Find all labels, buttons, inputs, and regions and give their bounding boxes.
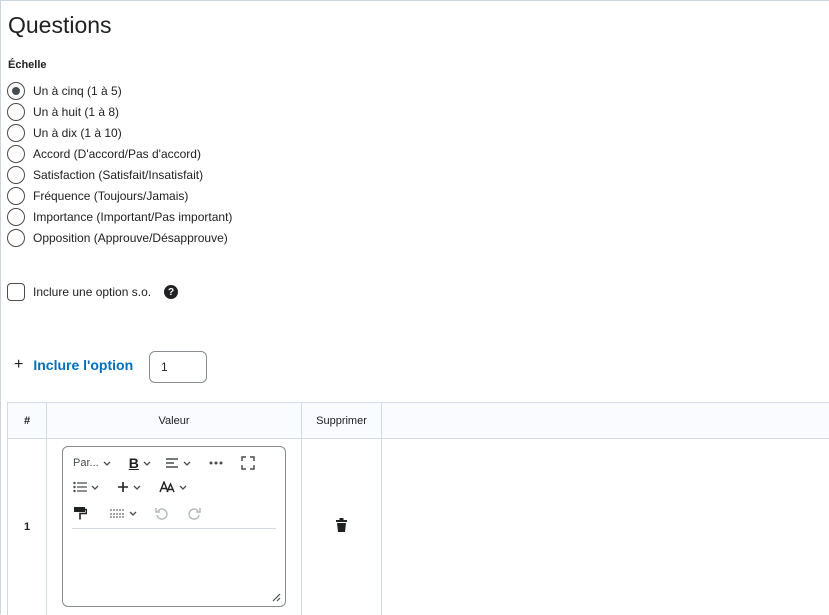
radio-label: Un à dix (1 à 10) [33, 126, 122, 140]
radio-label: Accord (D'accord/Pas d'accord) [33, 147, 201, 161]
radio-label: Opposition (Approuve/Désapprouve) [33, 231, 228, 245]
redo-button[interactable] [188, 507, 201, 520]
more-icon [209, 461, 223, 465]
toolbar-divider [72, 528, 276, 529]
radio-button[interactable] [7, 166, 25, 184]
radio-label: Satisfaction (Satisfait/Insatisfait) [33, 168, 203, 182]
insert-dropdown[interactable] [117, 481, 141, 493]
redo-icon [188, 507, 201, 520]
fullscreen-icon [241, 456, 255, 470]
chevron-down-icon [133, 485, 141, 490]
option-count-input[interactable] [149, 351, 207, 383]
paragraph-format-dropdown[interactable]: Par... [73, 457, 111, 469]
radio-button[interactable] [7, 229, 25, 247]
table-header-row: # Valeur Supprimer [8, 403, 829, 439]
format-painter-icon [73, 506, 87, 520]
format-painter-button[interactable] [73, 506, 87, 520]
scale-option-1-10[interactable]: Un à dix (1 à 10) [7, 122, 232, 143]
line-spacing-dropdown[interactable] [109, 508, 137, 518]
chevron-down-icon [143, 461, 151, 466]
chevron-down-icon [103, 461, 111, 466]
radio-button[interactable] [7, 103, 25, 121]
editor-toolbar-row-2 [73, 481, 187, 493]
bold-icon: B [129, 455, 139, 471]
question-circle-icon[interactable]: ? [164, 285, 178, 299]
font-size-dropdown[interactable] [159, 481, 187, 493]
chevron-down-icon [129, 511, 137, 516]
radio-label: Importance (Important/Pas important) [33, 210, 232, 224]
list-dropdown[interactable] [73, 481, 99, 493]
radio-button[interactable] [7, 208, 25, 226]
scale-option-importance[interactable]: Importance (Important/Pas important) [7, 206, 232, 227]
plus-icon: + [14, 357, 23, 373]
editor-toolbar-row-3 [73, 506, 201, 520]
scale-option-accord[interactable]: Accord (D'accord/Pas d'accord) [7, 143, 232, 164]
radio-label: Un à huit (1 à 8) [33, 105, 119, 119]
page-title: Questions [8, 12, 112, 39]
value-cell: Par... B [47, 439, 302, 615]
scale-option-opposition[interactable]: Opposition (Approuve/Désapprouve) [7, 227, 232, 248]
na-option-label: Inclure une option s.o. [33, 285, 151, 299]
empty-cell [382, 439, 829, 615]
add-option-button[interactable]: + Inclure l'option [14, 357, 133, 373]
radio-dot [12, 87, 20, 95]
line-spacing-icon [109, 508, 125, 518]
scale-option-satisfaction[interactable]: Satisfaction (Satisfait/Insatisfait) [7, 164, 232, 185]
scale-option-1-8[interactable]: Un à huit (1 à 8) [7, 101, 232, 122]
chevron-down-icon [179, 485, 187, 490]
radio-button[interactable] [7, 187, 25, 205]
paragraph-format-label: Par... [73, 457, 99, 469]
chevron-down-icon [183, 461, 191, 466]
align-dropdown[interactable] [165, 457, 191, 469]
add-option-label: Inclure l'option [33, 357, 133, 373]
na-option-checkbox[interactable] [7, 283, 25, 301]
undo-icon [155, 507, 168, 520]
scale-radio-group: Un à cinq (1 à 5) Un à huit (1 à 8) Un à… [7, 80, 232, 248]
page-frame: Questions Échelle Un à cinq (1 à 5) Un à… [0, 0, 829, 614]
font-size-icon [159, 481, 175, 493]
radio-label: Un à cinq (1 à 5) [33, 84, 122, 98]
list-icon [73, 481, 87, 493]
trash-icon [336, 518, 347, 532]
scale-label: Échelle [8, 59, 47, 71]
row-number: 1 [8, 439, 47, 615]
delete-cell [302, 439, 382, 615]
radio-button[interactable] [7, 124, 25, 142]
resize-handle-icon[interactable] [271, 592, 281, 602]
table-row: 1 Par... B [8, 439, 829, 615]
fullscreen-button[interactable] [241, 456, 255, 470]
radio-button[interactable] [7, 145, 25, 163]
header-delete: Supprimer [302, 403, 382, 439]
insert-icon [117, 481, 129, 493]
chevron-down-icon [91, 485, 99, 490]
header-value: Valeur [47, 403, 302, 439]
radio-label: Fréquence (Toujours/Jamais) [33, 189, 188, 203]
rich-text-editor[interactable]: Par... B [62, 446, 286, 607]
undo-button[interactable] [155, 507, 168, 520]
align-icon [165, 457, 179, 469]
more-button[interactable] [209, 461, 223, 465]
na-option-row: Inclure une option s.o. ? [7, 283, 178, 301]
scale-option-frequence[interactable]: Fréquence (Toujours/Jamais) [7, 185, 232, 206]
bold-dropdown[interactable]: B [129, 455, 151, 471]
header-num: # [8, 403, 47, 439]
editor-toolbar-row-1: Par... B [73, 455, 255, 471]
scale-option-1-5[interactable]: Un à cinq (1 à 5) [7, 80, 232, 101]
header-empty [382, 403, 829, 439]
options-table: # Valeur Supprimer 1 Par... [7, 402, 829, 615]
radio-button-selected[interactable] [7, 82, 25, 100]
delete-button[interactable] [336, 518, 347, 535]
